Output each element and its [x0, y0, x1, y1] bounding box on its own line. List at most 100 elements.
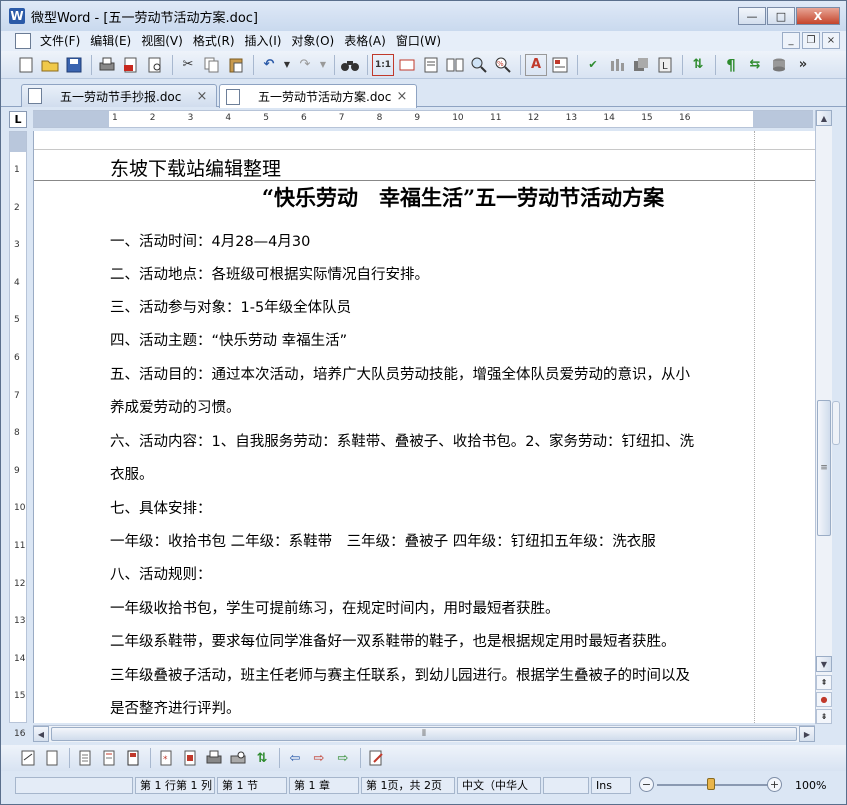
paragraph-line[interactable]: 一、活动时间：4月28—4月30: [110, 230, 310, 251]
paragraph-line[interactable]: 五、活动目的：通过本次活动，培养广大队员劳动技能，增强全体队员爱劳动的意识，从小: [110, 363, 690, 384]
format-paragraph-icon[interactable]: [549, 54, 571, 76]
find-binoculars-icon[interactable]: [339, 54, 361, 76]
tab-handbook-doc[interactable]: 五一劳动节手抄报.doc ×: [21, 84, 217, 107]
word-count-icon[interactable]: [606, 54, 628, 76]
status-insert-mode[interactable]: Ins: [591, 776, 631, 794]
paragraph-line[interactable]: 六、活动内容：1、自我服务劳动：系鞋带、叠被子、收拾书包。2、家务劳动：钉纽扣、…: [110, 430, 694, 451]
pilcrow-icon[interactable]: ¶: [720, 54, 742, 76]
scroll-down-arrow-icon[interactable]: ▼: [816, 656, 832, 672]
paste-icon[interactable]: [225, 54, 247, 76]
save-icon[interactable]: [63, 54, 85, 76]
paragraph-line[interactable]: 养成爱劳动的习惯。: [110, 396, 241, 417]
word-app-icon[interactable]: W: [9, 8, 25, 24]
sync-icon[interactable]: ⇅: [687, 54, 709, 76]
zoom-in-icon[interactable]: +: [767, 777, 782, 792]
insert-page-break-icon[interactable]: *: [155, 747, 177, 769]
print-preview-icon[interactable]: [144, 54, 166, 76]
menu-window[interactable]: 窗口(W): [391, 32, 446, 50]
scroll-left-arrow-icon[interactable]: ◀: [33, 726, 49, 742]
paragraph-line[interactable]: 一年级：收拾书包 二年级：系鞋带 三年级：叠被子 四年级：钉纽扣五年级：洗衣服: [110, 530, 656, 551]
print-setup-icon[interactable]: [203, 747, 225, 769]
doc-minimize-button[interactable]: _: [782, 32, 800, 49]
vertical-ruler[interactable]: 1 2 3 4 5 6 7 8 9 10 11 12 13 14 15 16: [9, 131, 27, 739]
page-width-icon[interactable]: [396, 54, 418, 76]
database-icon[interactable]: [768, 54, 790, 76]
copy-icon[interactable]: [201, 54, 223, 76]
tab-activity-plan-doc[interactable]: 五一劳动节活动方案.doc ×: [219, 84, 417, 108]
page-setup-icon[interactable]: [41, 747, 63, 769]
browse-object-icon[interactable]: ●: [816, 692, 832, 707]
new-document-icon[interactable]: [15, 54, 37, 76]
menu-format[interactable]: 格式(R): [188, 32, 240, 50]
menu-file[interactable]: 文件(F): [35, 32, 85, 50]
menu-view[interactable]: 视图(V): [136, 32, 188, 50]
font-color-icon[interactable]: A: [525, 53, 547, 76]
document-title[interactable]: “快乐劳动 幸福生活”五一劳动节活动方案: [34, 182, 815, 212]
previous-page-icon[interactable]: ⇞: [816, 675, 832, 690]
document-menu-icon[interactable]: [15, 33, 31, 49]
doc-close-button[interactable]: ×: [822, 32, 840, 49]
spell-check-icon[interactable]: ✔: [582, 54, 604, 76]
doc-restore-button[interactable]: ❐: [802, 32, 820, 49]
close-button[interactable]: X: [796, 7, 840, 25]
tab-stop-selector[interactable]: L: [9, 111, 27, 128]
object-icon[interactable]: [630, 54, 652, 76]
zoom-out-icon[interactable]: −: [639, 777, 654, 792]
two-pages-icon[interactable]: [444, 54, 466, 76]
scroll-up-arrow-icon[interactable]: ▲: [816, 110, 832, 126]
redo-dropdown-icon[interactable]: ▼: [318, 54, 328, 76]
printer-preview-icon[interactable]: [227, 747, 249, 769]
paragraph-line[interactable]: 三年级叠被子活动，班主任老师与赛主任联系，到幼儿园进行。根据学生叠被子的时间以及: [110, 664, 690, 685]
scroll-right-arrow-icon[interactable]: ▶: [799, 726, 815, 742]
text-direction-icon[interactable]: ⇆: [744, 54, 766, 76]
single-page-view-icon[interactable]: [74, 747, 96, 769]
vertical-scrollbar[interactable]: ▲ ≡ ▼ ⇞ ● ⇟: [815, 110, 832, 724]
zoom-level[interactable]: 100%: [795, 779, 826, 792]
document-canvas[interactable]: 东坡下载站编辑整理 “快乐劳动 幸福生活”五一劳动节活动方案 一、活动时间：4月…: [33, 131, 815, 723]
import-icon[interactable]: ⇨: [308, 747, 330, 769]
open-folder-icon[interactable]: [39, 54, 61, 76]
zoom-magnifier-icon[interactable]: [468, 54, 490, 76]
print-icon[interactable]: [96, 54, 118, 76]
maximize-button[interactable]: □: [767, 7, 795, 25]
status-language[interactable]: 中文（中华人: [457, 776, 541, 794]
paragraph-line[interactable]: 八、活动规则：: [110, 563, 212, 584]
pdf-export-icon[interactable]: [120, 54, 142, 76]
menu-edit[interactable]: 编辑(E): [85, 32, 136, 50]
horizontal-ruler[interactable]: 1 2 3 4 5 6 7 8 9 10 11 12 13 14 15 16: [33, 110, 813, 128]
go-back-icon[interactable]: ⇦: [284, 747, 306, 769]
menu-table[interactable]: 表格(A): [339, 32, 391, 50]
paragraph-line[interactable]: 四、活动主题：“快乐劳动 幸福生活”: [110, 329, 347, 350]
next-page-icon[interactable]: ⇟: [816, 709, 832, 724]
edit-notes-icon[interactable]: [365, 747, 387, 769]
paragraph-line[interactable]: 一年级收拾书包，学生可提前练习，在规定时间内，用时最短者获胜。: [110, 597, 560, 618]
document-map-icon[interactable]: [122, 747, 144, 769]
paragraph-line[interactable]: 三、活动参与对象：1-5年级全体队员: [110, 296, 351, 317]
frame-icon[interactable]: L: [654, 54, 676, 76]
paragraph-line[interactable]: 二年级系鞋带，要求每位同学准备好一双系鞋带的鞋子，也是根据规定用时最短者获胜。: [110, 630, 676, 651]
full-page-icon[interactable]: [420, 54, 442, 76]
paragraph-line[interactable]: 衣服。: [110, 463, 154, 484]
undo-icon[interactable]: ↶: [258, 54, 280, 76]
menu-object[interactable]: 对象(O): [286, 32, 339, 50]
undo-dropdown-icon[interactable]: ▼: [282, 54, 292, 76]
toolbar-overflow-icon[interactable]: »: [792, 54, 814, 76]
side-panel-grip[interactable]: [832, 401, 840, 445]
page-header-text[interactable]: 东坡下载站编辑整理: [110, 154, 281, 181]
cut-icon[interactable]: ✂: [177, 54, 199, 76]
actual-size-icon[interactable]: 1:1: [372, 53, 394, 76]
paragraph-line[interactable]: 七、具体安排：: [110, 497, 212, 518]
outline-view-icon[interactable]: [98, 747, 120, 769]
horizontal-scrollbar[interactable]: ◀ ⦀ ▶: [33, 725, 815, 742]
vertical-scroll-thumb[interactable]: ≡: [817, 400, 831, 536]
paragraph-line[interactable]: 二、活动地点：各班级可根据实际情况自行安排。: [110, 263, 429, 284]
sync-document-icon[interactable]: ⇅: [251, 747, 273, 769]
insert-section-icon[interactable]: [179, 747, 201, 769]
zoom-percent-icon[interactable]: %: [492, 54, 514, 76]
redo-icon[interactable]: ↷: [294, 54, 316, 76]
export-icon[interactable]: ⇨: [332, 747, 354, 769]
paragraph-line[interactable]: 是否整齐进行评判。: [110, 697, 241, 718]
menu-insert[interactable]: 插入(I): [240, 32, 287, 50]
horizontal-scroll-thumb[interactable]: ⦀: [51, 727, 797, 741]
tab-close-icon[interactable]: ×: [394, 89, 410, 104]
